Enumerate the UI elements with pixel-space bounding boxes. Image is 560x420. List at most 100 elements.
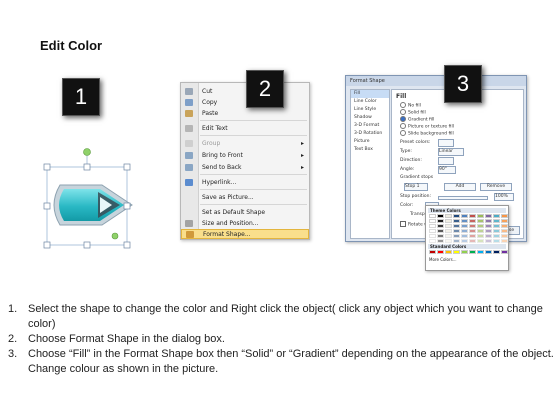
menu-item-paste[interactable]: Paste bbox=[181, 108, 309, 119]
color-swatch[interactable] bbox=[453, 250, 460, 254]
more-colors-link[interactable]: More Colors... bbox=[429, 257, 457, 262]
color-swatch[interactable] bbox=[461, 239, 468, 243]
color-swatch[interactable] bbox=[437, 224, 444, 228]
color-swatch[interactable] bbox=[453, 214, 460, 218]
color-swatch[interactable] bbox=[485, 214, 492, 218]
color-swatch[interactable] bbox=[477, 229, 484, 233]
color-swatch[interactable] bbox=[429, 234, 436, 238]
color-swatch[interactable] bbox=[437, 229, 444, 233]
color-swatch[interactable] bbox=[501, 224, 508, 228]
color-swatch[interactable] bbox=[461, 219, 468, 223]
color-swatch[interactable] bbox=[461, 234, 468, 238]
color-swatch[interactable] bbox=[469, 229, 476, 233]
color-swatch[interactable] bbox=[493, 239, 500, 243]
color-swatch[interactable] bbox=[429, 214, 436, 218]
color-swatch[interactable] bbox=[469, 219, 476, 223]
color-swatch[interactable] bbox=[477, 239, 484, 243]
color-swatch[interactable] bbox=[453, 219, 460, 223]
category-text-box[interactable]: Text Box bbox=[351, 146, 389, 154]
menu-item-save-as-picture[interactable]: Save as Picture... bbox=[181, 192, 309, 203]
category-picture[interactable]: Picture bbox=[351, 138, 389, 146]
color-swatch[interactable] bbox=[429, 250, 436, 254]
color-swatch[interactable] bbox=[437, 239, 444, 243]
color-swatch[interactable] bbox=[493, 219, 500, 223]
color-swatch[interactable] bbox=[469, 250, 476, 254]
color-swatch[interactable] bbox=[429, 219, 436, 223]
color-swatch[interactable] bbox=[501, 214, 508, 218]
direction-dropdown[interactable] bbox=[438, 157, 454, 165]
menu-item-format-shape[interactable]: Format Shape... bbox=[181, 229, 309, 239]
color-swatch[interactable] bbox=[445, 224, 452, 228]
category-line-style[interactable]: Line Style bbox=[351, 106, 389, 114]
category-line-color[interactable]: Line Color bbox=[351, 98, 389, 106]
color-swatch[interactable] bbox=[477, 219, 484, 223]
color-swatch[interactable] bbox=[477, 250, 484, 254]
angle-input[interactable]: 90° bbox=[438, 166, 456, 174]
color-swatch[interactable] bbox=[429, 224, 436, 228]
color-swatch[interactable] bbox=[493, 229, 500, 233]
color-swatch[interactable] bbox=[437, 219, 444, 223]
color-swatch[interactable] bbox=[461, 224, 468, 228]
color-swatch[interactable] bbox=[445, 229, 452, 233]
color-swatch[interactable] bbox=[485, 239, 492, 243]
color-swatch[interactable] bbox=[493, 250, 500, 254]
color-swatch[interactable] bbox=[469, 234, 476, 238]
category-3d-rotation[interactable]: 3-D Rotation bbox=[351, 130, 389, 138]
color-swatch[interactable] bbox=[501, 239, 508, 243]
color-swatch[interactable] bbox=[429, 229, 436, 233]
color-swatch[interactable] bbox=[445, 219, 452, 223]
color-swatch[interactable] bbox=[453, 239, 460, 243]
color-swatch[interactable] bbox=[453, 229, 460, 233]
color-swatch[interactable] bbox=[501, 250, 508, 254]
option-gradient-fill[interactable]: Gradient fill bbox=[400, 116, 434, 123]
color-swatch[interactable] bbox=[493, 224, 500, 228]
color-swatch[interactable] bbox=[445, 214, 452, 218]
color-swatch[interactable] bbox=[445, 234, 452, 238]
color-swatch[interactable] bbox=[493, 234, 500, 238]
option-slide-background-fill[interactable]: Slide background fill bbox=[400, 130, 454, 137]
type-dropdown[interactable]: Linear bbox=[438, 148, 464, 156]
color-swatch[interactable] bbox=[485, 234, 492, 238]
color-swatch[interactable] bbox=[453, 224, 460, 228]
stop-position-slider[interactable] bbox=[438, 196, 488, 200]
option-solid-fill[interactable]: Solid fill bbox=[400, 109, 426, 116]
menu-item-copy[interactable]: Copy bbox=[181, 97, 309, 108]
color-swatch[interactable] bbox=[485, 229, 492, 233]
menu-item-bring-to-front[interactable]: Bring to Front ▸ bbox=[181, 150, 309, 161]
menu-item-group[interactable]: Group ▸ bbox=[181, 138, 309, 149]
color-swatch[interactable] bbox=[445, 250, 452, 254]
option-picture-fill[interactable]: Picture or texture fill bbox=[400, 123, 454, 130]
stop-dropdown[interactable]: Stop 1 bbox=[404, 183, 428, 191]
remove-stop-button[interactable]: Remove bbox=[480, 183, 512, 191]
color-swatch[interactable] bbox=[453, 234, 460, 238]
color-swatch[interactable] bbox=[469, 224, 476, 228]
menu-item-size-position[interactable]: Size and Position... bbox=[181, 218, 309, 229]
category-fill[interactable]: Fill bbox=[351, 90, 389, 98]
menu-item-send-to-back[interactable]: Send to Back ▸ bbox=[181, 162, 309, 173]
color-swatch[interactable] bbox=[477, 214, 484, 218]
preset-colors-dropdown[interactable] bbox=[438, 139, 454, 147]
add-stop-button[interactable]: Add bbox=[444, 183, 476, 191]
menu-item-set-default-shape[interactable]: Set as Default Shape bbox=[181, 207, 309, 218]
color-swatch[interactable] bbox=[461, 214, 468, 218]
color-swatch[interactable] bbox=[469, 214, 476, 218]
color-swatch[interactable] bbox=[501, 229, 508, 233]
selected-shape[interactable] bbox=[40, 145, 140, 255]
color-swatch[interactable] bbox=[501, 219, 508, 223]
stop-position-input[interactable]: 100% bbox=[494, 193, 514, 201]
color-swatch[interactable] bbox=[445, 239, 452, 243]
color-swatch[interactable] bbox=[477, 234, 484, 238]
color-swatch[interactable] bbox=[429, 239, 436, 243]
color-swatch[interactable] bbox=[485, 250, 492, 254]
menu-item-cut[interactable]: Cut bbox=[181, 86, 309, 97]
color-swatch[interactable] bbox=[461, 250, 468, 254]
category-3d-format[interactable]: 3-D Format bbox=[351, 122, 389, 130]
color-swatch[interactable] bbox=[485, 224, 492, 228]
color-swatch[interactable] bbox=[437, 234, 444, 238]
color-swatch[interactable] bbox=[437, 250, 444, 254]
color-swatch[interactable] bbox=[437, 214, 444, 218]
color-swatch[interactable] bbox=[477, 224, 484, 228]
color-swatch[interactable] bbox=[493, 214, 500, 218]
menu-item-hyperlink[interactable]: Hyperlink... bbox=[181, 177, 309, 188]
category-shadow[interactable]: Shadow bbox=[351, 114, 389, 122]
